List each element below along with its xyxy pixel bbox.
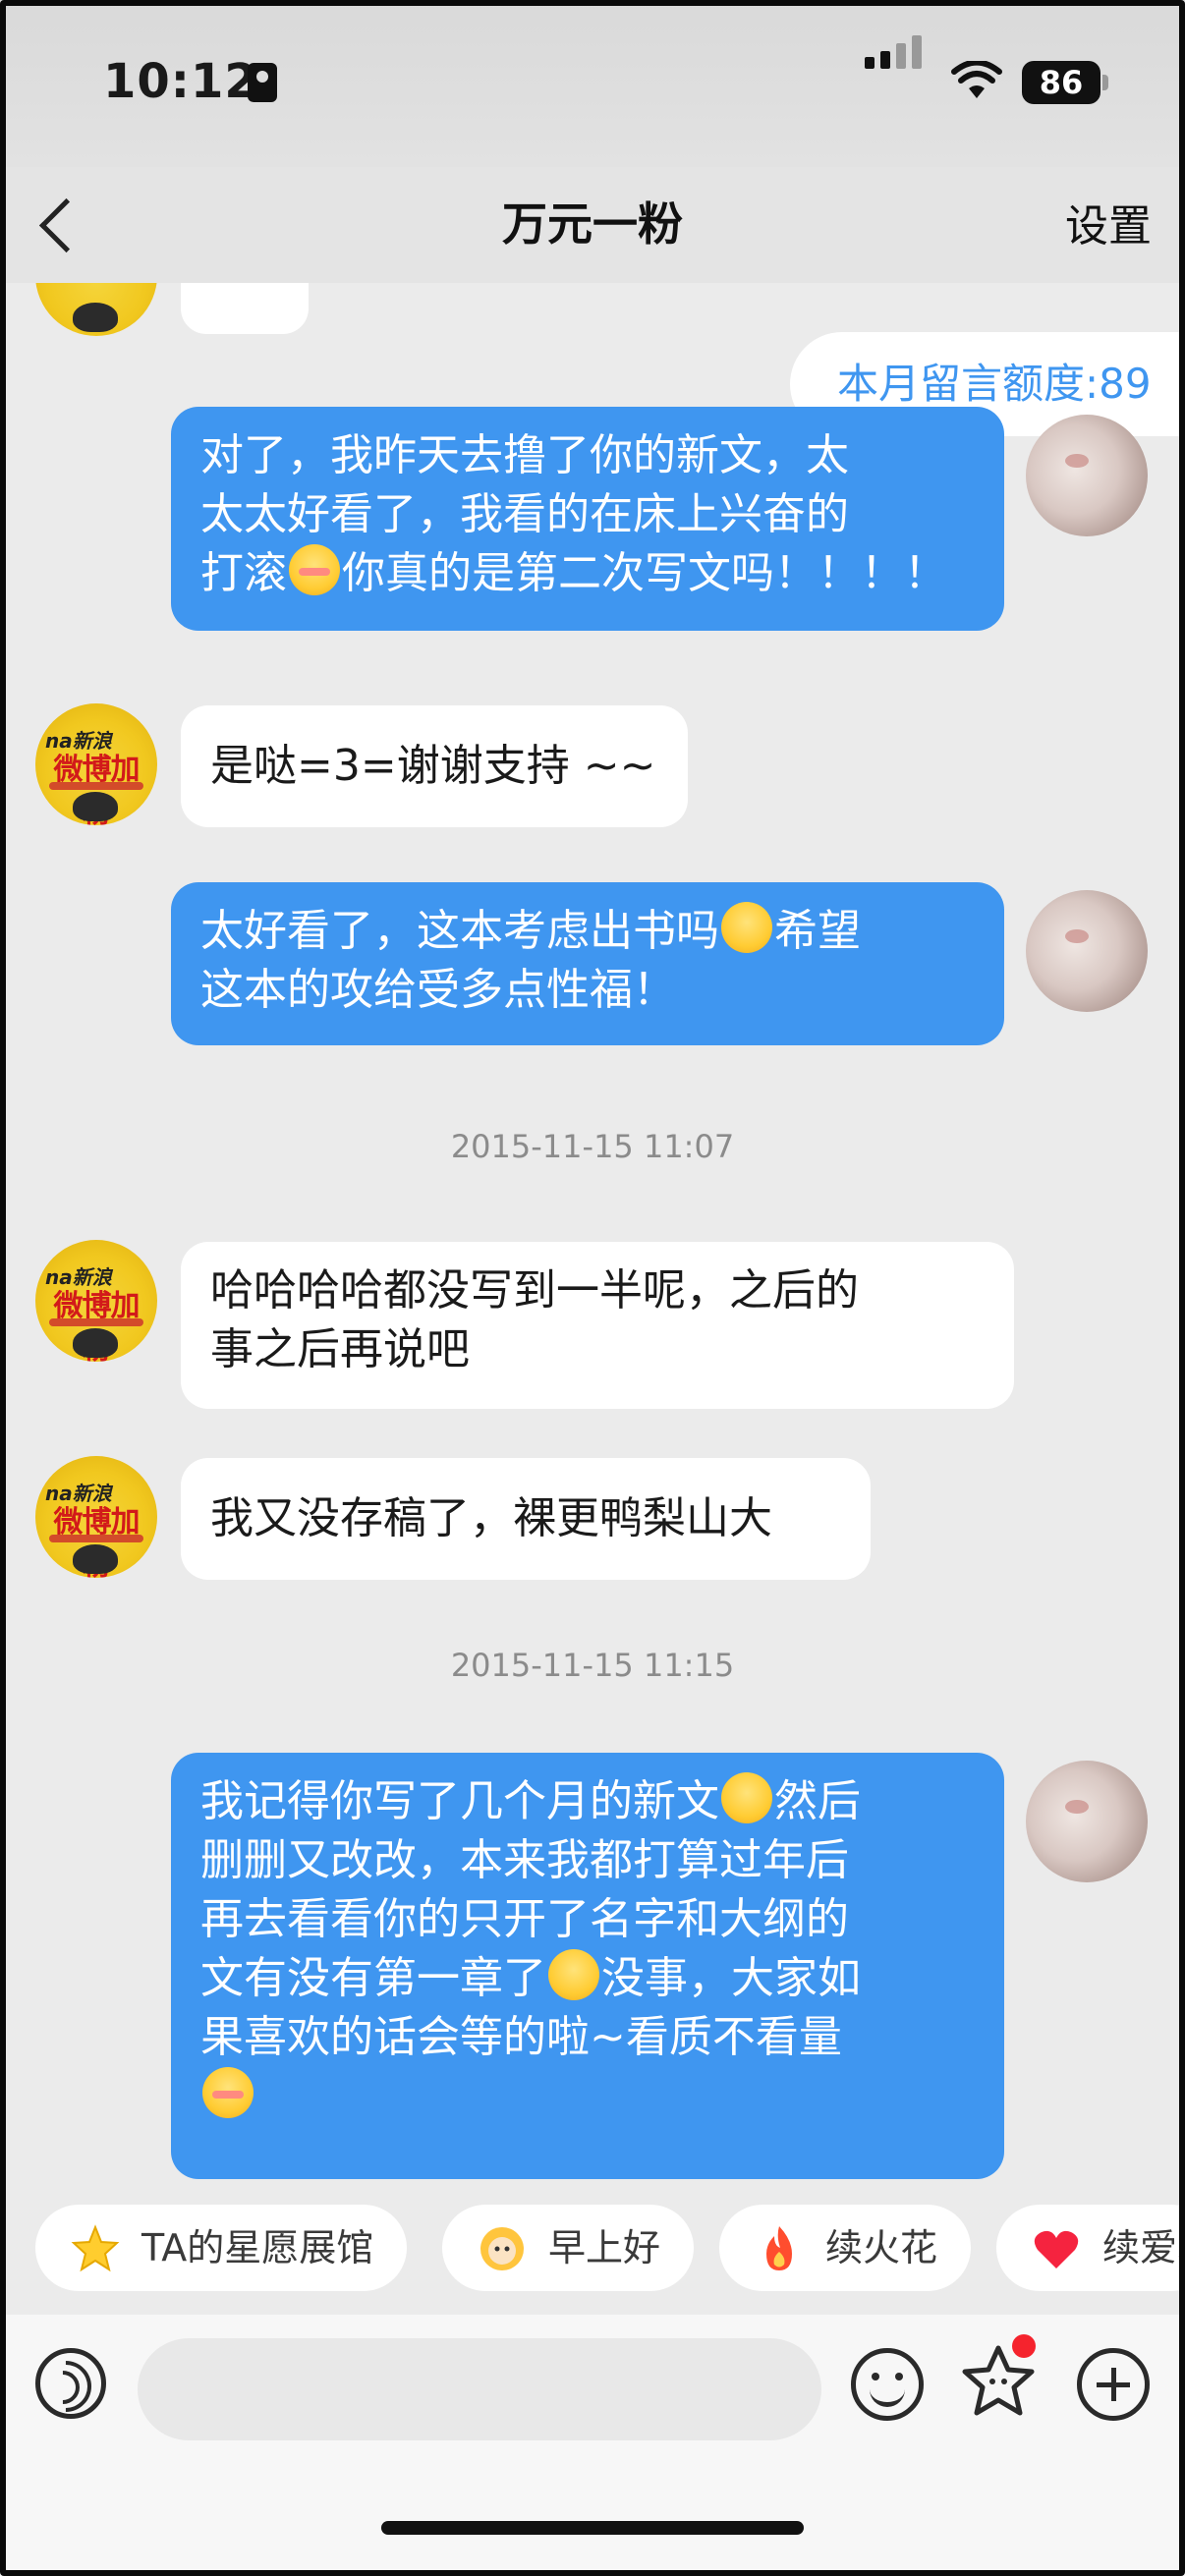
shy-smile-emoji-icon (289, 544, 340, 595)
heart-icon (1034, 2230, 1079, 2268)
timestamp: 2015-11-15 11:07 (450, 1128, 735, 1165)
home-indicator[interactable] (381, 2521, 804, 2535)
message-bubble-in[interactable]: 我又没存稿了，裸更鸭梨山大 (181, 1458, 871, 1580)
chip-label: 续爱心 (1102, 2226, 1185, 2269)
avatar-self[interactable] (1026, 415, 1148, 536)
message-bubble-out[interactable]: 太好看了，这本考虑出书吗 希望 这本的攻给受多点性福！ (171, 882, 1004, 1045)
timestamp: 2015-11-15 11:15 (450, 1647, 735, 1684)
sun-face-icon (480, 2227, 524, 2270)
nav-bar: 万元一粉 设置 (0, 167, 1185, 283)
star-icon (71, 2224, 120, 2272)
chip-label: TA的星愿展馆 (141, 2226, 374, 2269)
chat-area[interactable]: 本月留言额度:89 对了，我昨天去撸了你的新文，太 太太好看了，我看的在床上兴奋… (0, 283, 1185, 2179)
battery-indicator: 86 (1022, 61, 1100, 104)
message-input[interactable] (138, 2338, 821, 2440)
message-bubble-out[interactable]: 我记得你写了几个月的新文 然后 删删又改改，本来我都打算过年后 再去看看你的只开了… (171, 1753, 1004, 2179)
kiss-emoji-icon (202, 2067, 254, 2118)
wifi-icon (951, 61, 1002, 98)
chip-star-gallery[interactable]: TA的星愿展馆 (35, 2205, 408, 2291)
message-text: 你真的是第二次写文吗！！！！ (342, 548, 947, 598)
avatar-contact[interactable]: na新浪 微博加粉 (35, 703, 157, 825)
avatar-bird (73, 1544, 118, 1574)
input-bar (0, 2315, 1185, 2576)
thinking-emoji-icon (721, 902, 772, 953)
message-text: 没事，大家如 (601, 1953, 861, 2003)
chip-good-morning[interactable]: 早上好 (442, 2205, 695, 2291)
message-text: 我又没存稿了，裸更鸭梨山大 (210, 1493, 772, 1543)
avatar-stripe (49, 782, 143, 790)
chip-label: 早上好 (548, 2226, 661, 2269)
avatar-bird (73, 303, 118, 332)
message-text: 哈哈哈哈都没写到一半呢，之后的 (210, 1265, 859, 1316)
message-bubble-in[interactable]: 哈哈哈哈都没写到一半呢，之后的 事之后再说吧 (181, 1242, 1014, 1409)
chip-label: 续火花 (825, 2226, 938, 2269)
message-text: 打滚 (200, 548, 287, 598)
chat-title: 万元一粉 (502, 197, 683, 251)
plus-icon[interactable] (1077, 2348, 1150, 2421)
avatar-contact[interactable]: na新浪 微博加粉 (35, 1240, 157, 1362)
message-text: 对了，我昨天去撸了你的新文，太 (200, 430, 849, 480)
avatar-bird (73, 792, 118, 821)
emoji-icon[interactable] (851, 2348, 924, 2421)
message-text: 这本的攻给受多点性福！ (200, 965, 676, 1015)
message-text: 是哒=3=谢谢支持 ~~ (210, 741, 656, 791)
contact-card-icon (248, 63, 277, 102)
sweat-emoji-icon (721, 1772, 772, 1823)
message-text: 事之后再说吧 (210, 1324, 470, 1374)
laughing-emoji-icon (548, 1949, 599, 2000)
message-text: 太太好看了，我看的在床上兴奋的 (200, 489, 849, 539)
message-text: 我记得你写了几个月的新文 (200, 1776, 719, 1826)
flame-icon (766, 2226, 792, 2270)
message-bubble-out[interactable]: 对了，我昨天去撸了你的新文，太 太太好看了，我看的在床上兴奋的 打滚 你真的是第二… (171, 407, 1004, 631)
message-text: 文有没有第一章了 (200, 1953, 546, 2003)
avatar-self[interactable] (1026, 890, 1148, 1012)
message-text: 希望 (774, 906, 861, 956)
avatar-bird (73, 1328, 118, 1358)
avatar-stripe (49, 1318, 143, 1326)
partial-message-bubble[interactable] (181, 283, 309, 334)
message-text: 然后 (774, 1776, 861, 1826)
chip-love[interactable]: 续爱心 (996, 2205, 1185, 2291)
message-text: 果喜欢的话会等的啦~看质不看量 (200, 2012, 842, 2062)
notification-dot (1012, 2334, 1036, 2358)
avatar-stripe (49, 1535, 143, 1542)
message-text: 删删又改改，本来我都打算过年后 (200, 1835, 849, 1885)
avatar-self[interactable] (1026, 1761, 1148, 1882)
message-text: 太好看了，这本考虑出书吗 (200, 906, 719, 956)
avatar-contact[interactable] (35, 283, 157, 336)
message-bubble-in[interactable]: 是哒=3=谢谢支持 ~~ (181, 705, 688, 827)
quick-reply-chips: TA的星愿展馆 早上好 续火花 续爱心 (0, 2205, 1185, 2293)
chip-spark[interactable]: 续火花 (719, 2205, 972, 2291)
voice-input-icon[interactable] (35, 2348, 106, 2419)
settings-button[interactable]: 设置 (1065, 191, 1152, 253)
message-text: 再去看看你的只开了名字和大纲的 (200, 1894, 849, 1944)
avatar-contact[interactable]: na新浪 微博加粉 (35, 1456, 157, 1578)
status-time: 10:12 (103, 54, 258, 109)
status-bar: 10:12 86 (0, 0, 1185, 167)
battery-tip (1102, 75, 1108, 90)
